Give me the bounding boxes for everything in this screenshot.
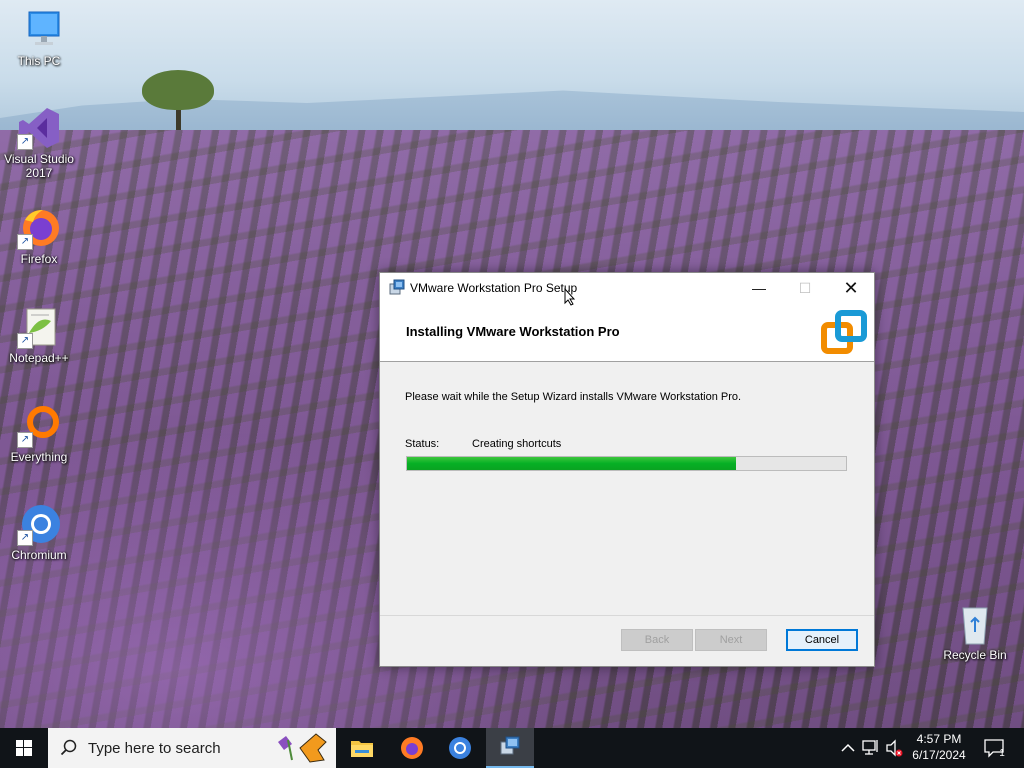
mouse-cursor-icon xyxy=(564,287,576,306)
network-icon xyxy=(862,740,878,755)
window-title: VMware Workstation Pro Setup xyxy=(410,281,578,295)
desktop-icon-label: Chromium xyxy=(11,548,67,562)
setup-window: VMware Workstation Pro Setup — ☐ ✕ Insta… xyxy=(379,272,875,667)
cancel-button[interactable]: Cancel xyxy=(786,629,858,651)
search-icon xyxy=(60,739,77,756)
shortcut-arrow-icon: ↗ xyxy=(17,530,33,546)
folder-icon xyxy=(351,741,373,757)
firefox-icon xyxy=(401,737,423,759)
chromium-icon xyxy=(449,737,471,759)
butterfly-search-highlight-icon xyxy=(278,733,327,763)
firefox-icon: ↗ xyxy=(17,206,61,250)
taskbar-clock[interactable]: 4:57 PM 6/17/2024 xyxy=(904,731,974,763)
desktop-icon-label: Visual Studio 2017 xyxy=(4,152,74,180)
status-value: Creating shortcuts xyxy=(472,438,562,450)
install-message: Please wait while the Setup Wizard insta… xyxy=(405,391,742,403)
recycle-bin-icon xyxy=(953,602,997,646)
taskbar-chromium[interactable] xyxy=(436,728,484,768)
shortcut-arrow-icon: ↗ xyxy=(17,134,33,150)
windows-logo-icon xyxy=(16,740,32,756)
shortcut-arrow-icon: ↗ xyxy=(17,234,33,250)
desktop-icon-visual-studio[interactable]: ↗ Visual Studio 2017 xyxy=(0,106,78,180)
action-center-button[interactable]: 1 xyxy=(978,728,1012,768)
desktop-icon-label: Notepad++ xyxy=(9,351,69,365)
desktop-icon-label: Firefox xyxy=(20,252,58,266)
clock-time: 4:57 PM xyxy=(916,732,962,746)
desktop-icon-label: Everything xyxy=(10,450,68,464)
desktop-icon-firefox[interactable]: ↗ Firefox xyxy=(0,206,78,266)
desktop-icon-recycle-bin[interactable]: Recycle Bin xyxy=(936,602,1014,662)
maximize-button: ☐ xyxy=(782,273,828,303)
taskbar-firefox[interactable] xyxy=(388,728,436,768)
minimize-icon: — xyxy=(752,280,766,296)
desktop-icon-notepadpp[interactable]: ↗ Notepad++ xyxy=(0,305,78,365)
minimize-button[interactable]: — xyxy=(736,273,782,303)
desktop-icon-label: This PC xyxy=(17,54,61,68)
wizard-heading: Installing VMware Workstation Pro xyxy=(406,324,620,339)
vmware-logo-icon xyxy=(820,309,870,359)
window-titlebar[interactable]: VMware Workstation Pro Setup — ☐ ✕ xyxy=(380,273,874,303)
visual-studio-icon: ↗ xyxy=(17,106,61,150)
shortcut-arrow-icon: ↗ xyxy=(17,432,33,448)
maximize-icon: ☐ xyxy=(798,280,812,296)
search-placeholder: Type here to search xyxy=(88,740,221,757)
desktop-icon-chromium[interactable]: ↗ Chromium xyxy=(0,502,78,562)
start-button[interactable] xyxy=(0,728,48,768)
installer-icon xyxy=(389,279,405,295)
status-label: Status: xyxy=(405,438,440,450)
volume-muted-icon xyxy=(886,739,903,757)
next-button[interactable]: Next xyxy=(695,629,767,651)
taskbar-file-explorer[interactable] xyxy=(338,728,386,768)
taskbar: Type here to search 4:57 PM 6/17/2024 1 xyxy=(0,728,1024,768)
this-pc-icon xyxy=(17,8,61,52)
back-button[interactable]: Back xyxy=(621,629,693,651)
desktop-icon-this-pc[interactable]: This PC xyxy=(0,8,78,68)
chromium-icon: ↗ xyxy=(17,502,61,546)
notepadpp-icon: ↗ xyxy=(17,305,61,349)
close-icon: ✕ xyxy=(843,278,859,298)
progress-fill xyxy=(407,457,737,470)
tree-crown xyxy=(142,70,214,110)
notification-badge: 1 xyxy=(999,748,1005,759)
desktop-icon-label: Recycle Bin xyxy=(943,648,1007,662)
show-hidden-icons-button[interactable] xyxy=(838,728,858,768)
chevron-up-icon xyxy=(841,743,855,752)
wizard-header: Installing VMware Workstation Pro xyxy=(380,303,874,362)
footer-divider xyxy=(380,615,874,616)
volume-button[interactable] xyxy=(884,728,904,768)
everything-icon: ↗ xyxy=(17,404,61,448)
taskbar-vmware-setup[interactable] xyxy=(486,728,534,768)
taskbar-search-box[interactable]: Type here to search xyxy=(48,728,336,768)
desktop-icon-everything[interactable]: ↗ Everything xyxy=(0,404,78,464)
progress-bar xyxy=(406,456,847,471)
installer-icon xyxy=(500,736,520,755)
network-button[interactable] xyxy=(860,728,882,768)
close-button[interactable]: ✕ xyxy=(828,273,874,303)
shortcut-arrow-icon: ↗ xyxy=(17,333,33,349)
clock-date: 6/17/2024 xyxy=(912,748,966,762)
